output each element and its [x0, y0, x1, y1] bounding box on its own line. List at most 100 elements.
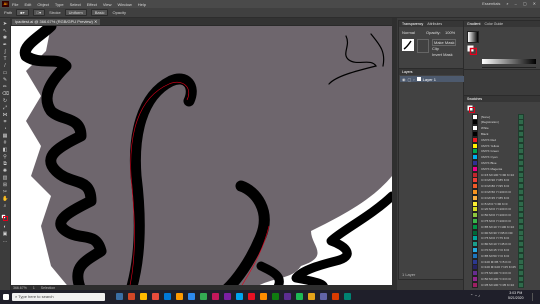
menu-effect[interactable]: Effect	[87, 2, 97, 7]
blend-mode-select[interactable]: Normal	[402, 30, 415, 35]
app-icon-6[interactable]	[224, 293, 231, 300]
swatch-item[interactable]: C=15 M=100 Y=90 K=10	[472, 171, 524, 178]
variable-width-dropdown[interactable]: Uniform	[64, 9, 87, 16]
swatch-item[interactable]: CMYK Yellow	[472, 142, 524, 149]
gradient-preview[interactable]	[467, 31, 479, 43]
chevron-right-icon[interactable]: ›	[413, 77, 414, 82]
artboard-tool-icon[interactable]: ⊞	[2, 183, 8, 188]
swatch-item[interactable]: C=80 M=10 Y=45 K=0	[472, 241, 524, 248]
curvature-tool-icon[interactable]: ∫	[2, 50, 8, 55]
show-desktop-button[interactable]	[532, 293, 538, 301]
swatch-item[interactable]: C=70 M=15 Y=0 K=0	[472, 246, 524, 253]
eye-icon[interactable]: ◉	[402, 77, 406, 82]
tab-attributes[interactable]: Attributes	[427, 22, 442, 26]
swatch-item[interactable]: C=75 M=0 Y=100 K=0	[472, 217, 524, 224]
swatch-item[interactable]: C=50 M=100 Y=0 K=0	[472, 275, 524, 282]
magic-wand-tool-icon[interactable]: ✱	[2, 36, 8, 41]
clip-checkbox[interactable]: Clip	[432, 46, 439, 51]
swatch-item[interactable]: C=100 M=95 Y=5 K=0	[472, 258, 524, 265]
tab-gradient[interactable]: Gradient	[467, 22, 480, 26]
swatch-item[interactable]: C=75 M=0 Y=75 K=0	[472, 235, 524, 242]
mask-thumbnail-icon[interactable]	[417, 39, 429, 53]
app-icon-16[interactable]	[344, 293, 351, 300]
perspective-grid-tool-icon[interactable]: ▦	[2, 134, 8, 139]
edge-icon[interactable]	[164, 293, 171, 300]
app-icon-9[interactable]	[260, 293, 267, 300]
menu-file[interactable]: File	[12, 2, 18, 7]
blend-tool-icon[interactable]: ⧉	[2, 162, 8, 167]
stroke-label[interactable]: Stroke	[49, 10, 61, 15]
direct-selection-tool-icon[interactable]: ↖	[2, 29, 8, 34]
swatch-item[interactable]: CMYK Magenta	[472, 165, 524, 172]
swatch-item[interactable]: CMYK Blue	[472, 159, 524, 166]
search-icon[interactable]: ⌕	[506, 1, 508, 6]
zoom-tool-icon[interactable]: ⌕	[2, 204, 8, 209]
app-icon-1[interactable]	[128, 293, 135, 300]
swatch-item[interactable]: CMYK Red	[472, 136, 524, 143]
menu-type[interactable]: Type	[55, 2, 64, 7]
app-icon-3[interactable]	[188, 293, 195, 300]
workspace-switcher[interactable]: Essentials	[482, 1, 500, 6]
swatch-item[interactable]: C=0 M=90 Y=85 K=0	[472, 177, 524, 184]
menu-select[interactable]: Select	[70, 2, 81, 7]
menu-help[interactable]: Help	[138, 2, 146, 7]
fill-stroke-icon[interactable]	[467, 45, 478, 56]
menu-view[interactable]: View	[103, 2, 112, 7]
swatch-item[interactable]: CMYK Green	[472, 148, 524, 155]
layer-name[interactable]: Layer 1	[423, 77, 436, 82]
tab-swatches[interactable]: Swatches	[467, 97, 482, 101]
brush-dropdown[interactable]: Basic	[90, 9, 109, 16]
layer-row[interactable]: ◉ ▢ › Layer 1	[400, 76, 464, 82]
start-icon[interactable]	[3, 294, 9, 300]
tray-icons[interactable]: ⌃ ◔ ♪	[470, 293, 480, 298]
gradient-tool-icon[interactable]: ◧	[2, 148, 8, 153]
illustrator-icon[interactable]	[176, 293, 183, 300]
swatch-item[interactable]: C=35 M=100 Y=35 K=10	[472, 281, 524, 288]
pencil-tool-icon[interactable]: ✏	[2, 85, 8, 90]
menu-window[interactable]: Window	[117, 2, 131, 7]
selection-tool-icon[interactable]: ➤	[2, 22, 8, 27]
lock-icon[interactable]: ▢	[408, 77, 412, 82]
stroke-swatch-dropdown[interactable]: □▾	[32, 9, 46, 16]
swatch-item[interactable]: C=50 M=0 Y=100 K=0	[472, 212, 524, 219]
menu-edit[interactable]: Edit	[24, 2, 31, 7]
graph-tool-icon[interactable]: ▥	[2, 176, 8, 181]
eraser-tool-icon[interactable]: ⌫	[2, 92, 9, 97]
paintbrush-tool-icon[interactable]: ✎	[2, 78, 8, 83]
close-icon[interactable]: ✕	[533, 1, 536, 6]
screen-mode-icon[interactable]: ▣	[2, 232, 8, 237]
swatch-item[interactable]: C=20 M=0 Y=100 K=0	[472, 206, 524, 213]
document-tab[interactable]: ipadtest.ai @ 366.67% (RGB/GPU Preview) …	[12, 19, 101, 25]
tab-transparency[interactable]: Transparency	[402, 22, 423, 26]
clock[interactable]: 3:03 PM 5/21/2020	[508, 291, 524, 301]
free-transform-tool-icon[interactable]: ⌗	[2, 120, 8, 125]
app-icon-11[interactable]	[284, 293, 291, 300]
artboard-number[interactable]: 1	[33, 286, 35, 290]
app-icon-10[interactable]	[272, 293, 279, 300]
maximize-icon[interactable]: ▢	[523, 1, 527, 6]
app-icon-14[interactable]	[320, 293, 327, 300]
swatch-item[interactable]: [Registration]	[472, 119, 524, 126]
swatch-item[interactable]: Black	[472, 130, 524, 137]
swatch-item[interactable]: CMYK Cyan	[472, 154, 524, 161]
eyedropper-tool-icon[interactable]: ⚲	[2, 155, 8, 160]
app-icon-4[interactable]	[200, 293, 207, 300]
swatch-item[interactable]: C=100 M=100 Y=25 K=25	[472, 264, 524, 271]
app-icon-7[interactable]	[236, 293, 243, 300]
drawing-mode-icon[interactable]: ◐	[2, 225, 8, 230]
taskbar-search-input[interactable]: ⌕ Type here to search	[12, 293, 105, 301]
shape-builder-tool-icon[interactable]: ◔	[2, 127, 8, 132]
symbol-sprayer-tool-icon[interactable]: ✺	[2, 169, 8, 174]
fill-stroke-icon[interactable]	[467, 105, 475, 113]
gradient-slider[interactable]	[482, 59, 536, 64]
slice-tool-icon[interactable]: ✂	[2, 190, 8, 195]
zoom-level[interactable]: 366.67%	[13, 286, 27, 290]
app-icon-15[interactable]	[332, 293, 339, 300]
app-icon-5[interactable]	[212, 293, 219, 300]
menu-object[interactable]: Object	[37, 2, 49, 7]
mesh-tool-icon[interactable]: #	[2, 141, 8, 146]
swatch-item[interactable]: White	[472, 125, 524, 132]
width-tool-icon[interactable]: ⋈	[2, 113, 8, 118]
rotate-tool-icon[interactable]: ↻	[2, 99, 8, 104]
fill-stroke-icon[interactable]	[1, 214, 8, 221]
